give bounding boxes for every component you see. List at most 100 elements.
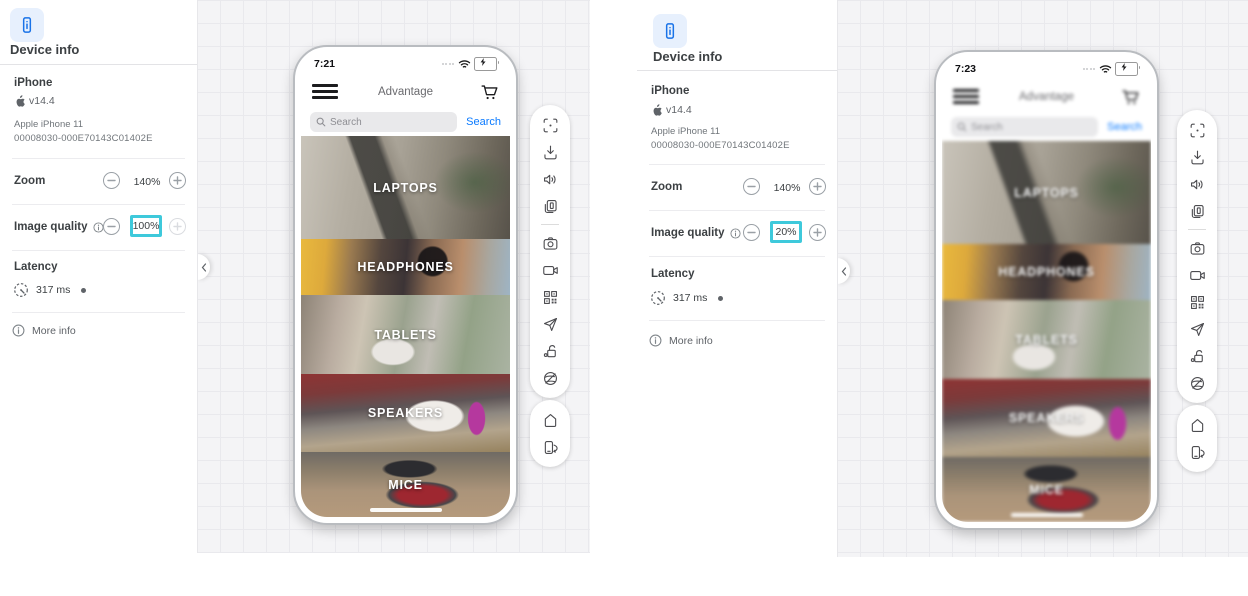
category-tile-headphones[interactable]: HEADPHONES [942,244,1151,300]
image-quality-label-row: Image quality [14,221,104,233]
search-button[interactable]: Search [466,116,501,128]
qr-scanner-button[interactable] [540,287,560,307]
zoom-label: Zoom [651,181,682,193]
zoom-value: 140% [126,176,168,188]
category-tile-speakers[interactable]: SPEAKERS [942,379,1151,457]
volume-button[interactable] [1187,174,1207,194]
install-app-button[interactable] [1187,147,1207,167]
menu-icon[interactable] [312,84,338,99]
offline-mode-button[interactable] [540,368,560,388]
more-info-button[interactable]: More info [12,324,76,337]
qr-scanner-button[interactable] [1187,292,1207,312]
home-indicator [1011,513,1083,517]
switch-device-button[interactable] [540,196,560,216]
search-button[interactable]: Search [1107,121,1142,133]
search-icon [957,122,967,132]
cart-button[interactable] [479,82,499,102]
volume-button[interactable] [540,169,560,189]
install-app-button[interactable] [540,142,560,162]
cart-icon [1120,87,1140,107]
home-button[interactable] [540,410,560,430]
info-icon[interactable] [730,228,741,239]
zoom-label: Zoom [14,175,45,187]
latency-status-dot [81,288,86,293]
latency-status-dot [718,296,723,301]
tile-label: SPEAKERS [368,406,443,420]
image-quality-decrease-button[interactable] [743,224,760,241]
offline-mode-button[interactable] [1187,373,1207,393]
rotate-device-icon [1188,443,1207,462]
app-header: Advantage [942,80,1151,113]
divider [649,210,825,211]
search-row: Search Search [301,108,510,136]
category-tile-tablets[interactable]: TABLETS [301,295,510,374]
zoom-decrease-button[interactable] [743,178,760,195]
screenshot-button[interactable] [540,233,560,253]
zoom-increase-button[interactable] [169,172,186,189]
more-info-label: More info [669,335,713,347]
status-time: 7:23 [955,63,976,75]
category-tile-speakers[interactable]: SPEAKERS [301,374,510,452]
tile-label: HEADPHONES [998,265,1094,279]
category-tile-laptops[interactable]: LAPTOPS [301,136,510,239]
home-button[interactable] [1187,415,1207,435]
tile-label: LAPTOPS [1014,186,1078,200]
zoom-value: 140% [766,182,808,194]
screen-record-button[interactable] [540,260,560,280]
volume-icon [1188,175,1207,194]
search-input[interactable]: Search [310,112,457,132]
send-location-button[interactable] [540,314,560,334]
device-model: Apple iPhone 11 [651,126,720,137]
fit-screen-button[interactable] [1187,120,1207,140]
passcode-unlock-button[interactable] [1187,346,1207,366]
switch-device-button[interactable] [1187,201,1207,221]
image-quality-decrease-button[interactable] [103,218,120,235]
tile-label: HEADPHONES [357,260,453,274]
more-info-label: More info [32,325,76,337]
fit-screen-button[interactable] [540,115,560,135]
image-quality-increase-button[interactable] [809,224,826,241]
divider [0,64,197,65]
category-tiles: LAPTOPS HEADPHONES TABLETS SPEAKERS MICE [301,136,510,517]
toolbar-secondary-group [530,400,570,467]
status-bar: 7:21 [301,53,510,75]
battery-charging-icon [1115,62,1138,76]
device-mockup: 7:23 Advantage [934,50,1159,530]
cart-button[interactable] [1120,87,1140,107]
os-version-row: v14.4 [15,95,55,107]
rotate-device-button[interactable] [1187,442,1207,462]
passcode-unlock-button[interactable] [540,341,560,361]
image-quality-increase-button[interactable] [169,218,186,235]
latency-row: 317 ms [13,282,86,298]
category-tiles: LAPTOPS HEADPHONES TABLETS SPEAKERS MICE [942,141,1151,522]
category-tile-tablets[interactable]: TABLETS [942,300,1151,379]
category-tile-headphones[interactable]: HEADPHONES [301,239,510,295]
latency-gauge-icon [13,282,29,298]
toolbar-main-group [1177,110,1217,403]
device-model: Apple iPhone 11 [14,119,83,130]
globe-slash-icon [541,369,560,388]
session-screenshot-left: Device info iPhone v14.4 Apple iPhone 11… [0,0,590,553]
info-icon[interactable] [93,222,104,233]
screenshot-button[interactable] [1187,238,1207,258]
wifi-icon [458,59,471,69]
rotate-device-button[interactable] [540,437,560,457]
divider [12,158,185,159]
more-info-button[interactable]: More info [649,334,713,347]
zoom-decrease-button[interactable] [103,172,120,189]
zoom-increase-button[interactable] [809,178,826,195]
tile-label: LAPTOPS [373,181,437,195]
cellular-signal-icon [442,63,455,65]
app-content: Advantage [301,75,510,517]
send-location-button[interactable] [1187,319,1207,339]
menu-icon[interactable] [953,89,979,104]
screen-record-button[interactable] [1187,265,1207,285]
category-tile-laptops[interactable]: LAPTOPS [942,141,1151,244]
latency-label: Latency [651,268,694,280]
device-udid: 00008030-000E70143C01402E [14,133,153,144]
fit-screen-icon [1188,121,1207,140]
volume-icon [541,170,560,189]
search-input[interactable]: Search [951,117,1098,137]
search-row: Search Search [942,113,1151,141]
tile-label: TABLETS [1015,333,1077,347]
